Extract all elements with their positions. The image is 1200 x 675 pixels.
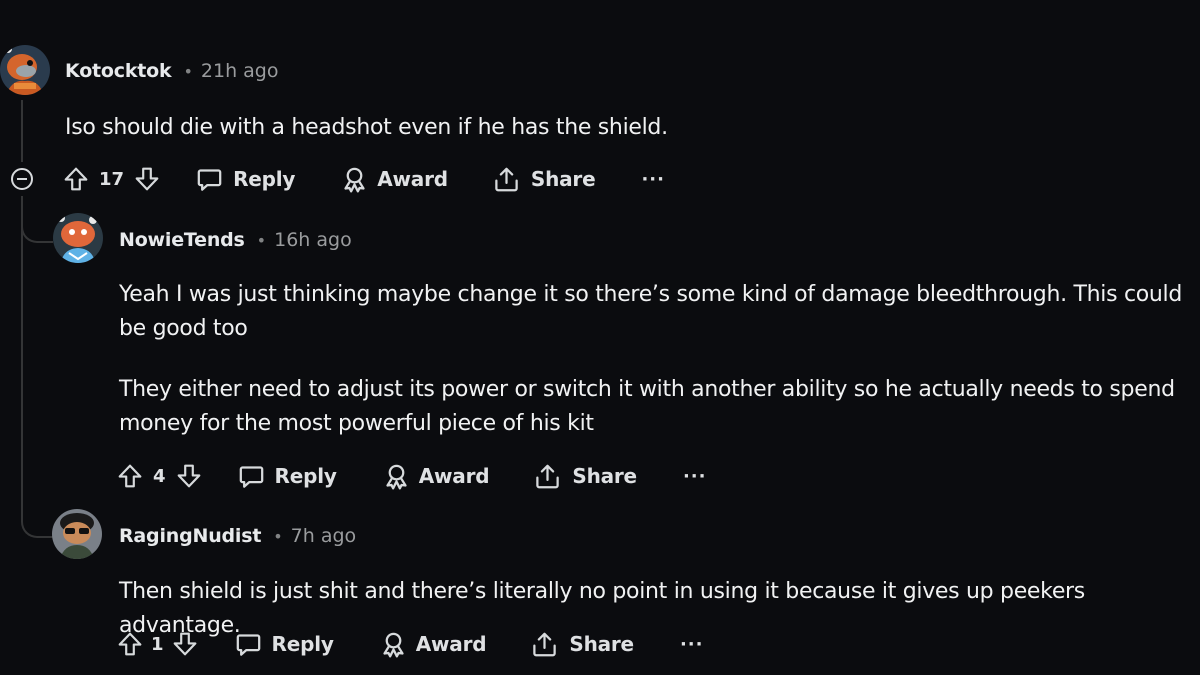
meta-separator: • (183, 62, 193, 81)
upvote-arrow-icon (117, 631, 143, 657)
share-upload-icon (493, 166, 520, 193)
timestamp[interactable]: 16h ago (274, 229, 352, 251)
reply-button[interactable]: Reply (238, 463, 337, 490)
reply-label: Reply (274, 464, 337, 488)
upvote-arrow-icon (63, 166, 89, 192)
award-ribbon-icon (383, 463, 410, 490)
comment-meta: Kotocktok • 21h ago (65, 60, 278, 82)
upvote-button[interactable] (117, 463, 143, 489)
comment-paragraph: They either need to adjust its power or … (119, 377, 1175, 436)
share-button[interactable]: Share (493, 166, 596, 193)
avatar-nowietends-icon (53, 213, 103, 263)
share-button[interactable]: Share (531, 631, 634, 658)
thread-line-root-top[interactable] (21, 100, 23, 162)
reply-label: Reply (271, 632, 334, 656)
avatar[interactable] (53, 213, 103, 263)
reply-button[interactable]: Reply (196, 166, 295, 193)
vote-count: 17 (99, 168, 125, 190)
award-button[interactable]: Award (341, 166, 448, 193)
avatar-ragingnudist-icon (52, 509, 102, 559)
downvote-arrow-icon (176, 463, 202, 489)
meta-separator: • (256, 231, 267, 250)
comment-paragraph: Iso should die with a headshot even if h… (65, 115, 668, 140)
award-label: Award (418, 464, 490, 488)
award-button[interactable]: Award (380, 631, 487, 658)
downvote-arrow-icon (172, 631, 198, 657)
share-upload-icon (531, 631, 558, 658)
vote-count: 4 (153, 465, 166, 487)
username[interactable]: Kotocktok (65, 60, 172, 82)
reply-button[interactable]: Reply (235, 631, 334, 658)
share-label: Share (530, 167, 596, 191)
thread-line-root[interactable] (21, 196, 23, 516)
share-label: Share (569, 632, 634, 656)
reply-label: Reply (233, 167, 296, 191)
speech-bubble-icon (235, 631, 262, 658)
award-ribbon-icon (380, 631, 407, 658)
downvote-arrow-icon (134, 166, 160, 192)
comment-paragraph: Yeah I was just thinking maybe change it… (119, 282, 1183, 341)
comment-action-bar: 17 Reply Award Share ··· (63, 161, 665, 197)
award-ribbon-icon (341, 166, 368, 193)
upvote-arrow-icon (117, 463, 143, 489)
meta-separator: • (273, 527, 283, 546)
comment-meta: RagingNudist • 7h ago (119, 525, 356, 547)
comment-body: Iso should die with a headshot even if h… (65, 111, 1185, 145)
downvote-button[interactable] (134, 166, 160, 192)
vote-count: 1 (151, 633, 164, 655)
award-button[interactable]: Award (383, 463, 490, 490)
username[interactable]: NowieTends (119, 229, 245, 251)
upvote-button[interactable] (63, 166, 89, 192)
avatar[interactable] (52, 509, 102, 559)
speech-bubble-icon (238, 463, 265, 490)
collapse-minus-icon[interactable] (11, 168, 33, 190)
timestamp[interactable]: 7h ago (291, 525, 357, 547)
share-button[interactable]: Share (534, 463, 637, 490)
share-label: Share (572, 464, 637, 488)
timestamp[interactable]: 21h ago (201, 60, 279, 82)
thread-elbow-reply-2 (21, 490, 53, 538)
username[interactable]: RagingNudist (119, 525, 261, 547)
avatar[interactable] (0, 45, 50, 95)
thread-elbow-reply-1 (21, 196, 53, 243)
more-options-ellipsis-icon[interactable]: ··· (680, 634, 704, 655)
more-options-ellipsis-icon[interactable]: ··· (683, 466, 707, 487)
comment-thread: Kotocktok • 21h ago Iso should die with … (0, 0, 1200, 675)
award-label: Award (415, 632, 487, 656)
more-options-ellipsis-icon[interactable]: ··· (641, 169, 665, 190)
downvote-button[interactable] (172, 631, 198, 657)
downvote-button[interactable] (176, 463, 202, 489)
share-upload-icon (534, 463, 561, 490)
upvote-button[interactable] (117, 631, 143, 657)
speech-bubble-icon (196, 166, 223, 193)
avatar-kotocktok-icon (0, 45, 50, 95)
award-label: Award (377, 167, 448, 191)
comment-meta: NowieTends • 16h ago (119, 229, 352, 251)
comment-action-bar: 1 Reply Award Share ··· (117, 626, 703, 662)
comment-action-bar: 4 Reply Award Share ··· (117, 458, 706, 494)
comment-body: Yeah I was just thinking maybe change it… (119, 278, 1194, 441)
